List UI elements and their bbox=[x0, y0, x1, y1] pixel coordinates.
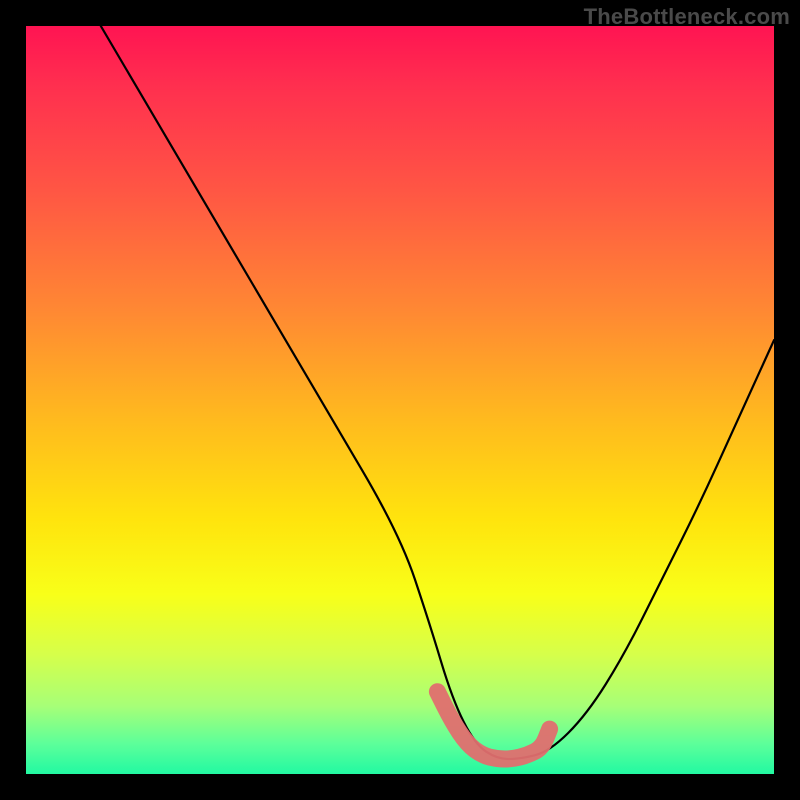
curve-line bbox=[101, 26, 774, 759]
chart-frame: TheBottleneck.com bbox=[0, 0, 800, 800]
plot-area bbox=[26, 26, 774, 774]
chart-svg bbox=[26, 26, 774, 774]
watermark-text: TheBottleneck.com bbox=[584, 4, 790, 30]
